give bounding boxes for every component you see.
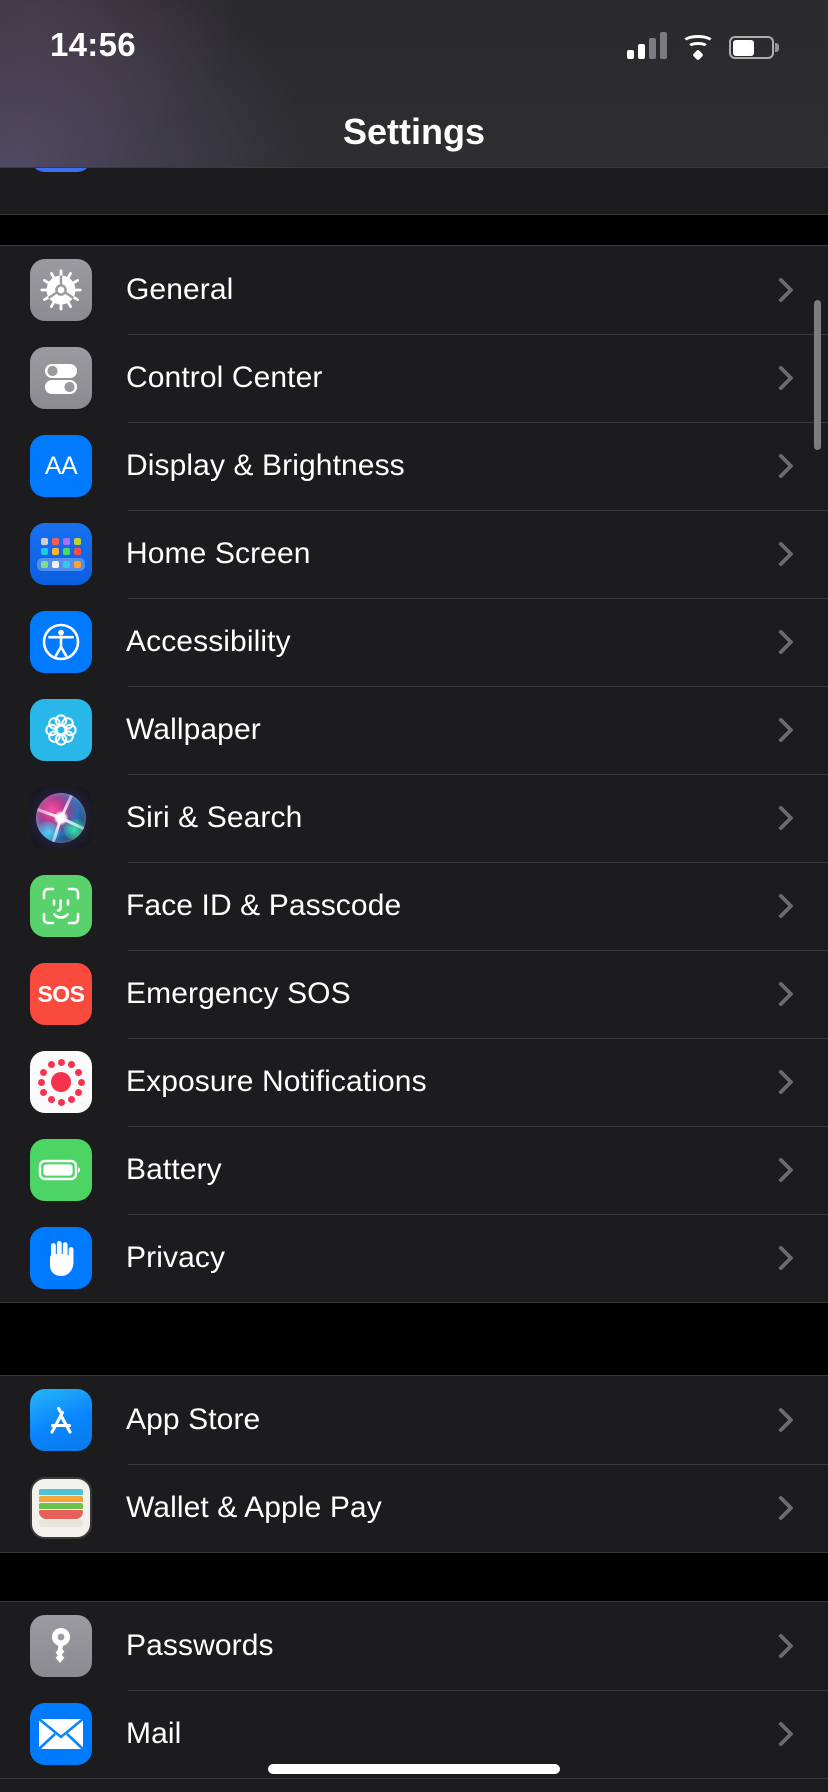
sidebar-item-label: Wallet & Apple Pay (126, 1491, 382, 1524)
sidebar-item-control-center[interactable]: Control Center (0, 334, 828, 422)
app-store-icon (30, 1389, 92, 1451)
sidebar-item-emergency-sos[interactable]: SOS Emergency SOS (0, 950, 828, 1038)
sidebar-item-label: Display & Brightness (126, 449, 405, 482)
chevron-right-icon (768, 1157, 794, 1183)
sidebar-item-home-screen[interactable]: Home Screen (0, 510, 828, 598)
exposure-dots-icon (30, 1051, 92, 1113)
hand-raised-icon (30, 1227, 92, 1289)
sidebar-item-label: Control Center (126, 361, 323, 394)
status-bar-indicators (627, 31, 779, 61)
chevron-right-icon (768, 981, 794, 1007)
status-bar: 14:56 (0, 0, 828, 90)
exposure-ring-dot (77, 1078, 85, 1086)
sidebar-item-label: Mail (126, 1717, 182, 1750)
sidebar-item-label: Emergency SOS (126, 977, 351, 1010)
chevron-right-icon (768, 1721, 794, 1747)
wifi-icon (681, 33, 715, 61)
sidebar-item-general[interactable]: General (0, 246, 828, 334)
sidebar-item-face-id-passcode[interactable]: Face ID & Passcode (0, 862, 828, 950)
sidebar-item-wallpaper[interactable]: Wallpaper (0, 686, 828, 774)
settings-group-accounts: Passwords Mail (0, 1601, 828, 1779)
chevron-right-icon (768, 1495, 794, 1521)
toggles-icon (30, 347, 92, 409)
exposure-ring-dot (37, 1078, 45, 1086)
exposure-ring-dot (57, 1098, 65, 1106)
sidebar-item-wallet-apple-pay[interactable]: Wallet & Apple Pay (0, 1464, 828, 1552)
sidebar-item-label: Accessibility (126, 625, 291, 658)
iphone-settings-screen: General Control Center AA Display & Brig… (0, 0, 828, 1792)
chevron-right-icon (768, 893, 794, 919)
flower-pattern-icon (30, 699, 92, 761)
settings-group-store: App Store Wallet & Apple Pay (0, 1375, 828, 1553)
sidebar-item-label: Exposure Notifications (126, 1065, 427, 1098)
gear-icon (30, 259, 92, 321)
sidebar-item-exposure-notifications[interactable]: Exposure Notifications (0, 1038, 828, 1126)
exposure-ring-dot (47, 1095, 55, 1103)
exposure-ring-dot (74, 1088, 82, 1096)
cellular-bars-icon (627, 31, 667, 59)
chevron-right-icon (768, 1245, 794, 1271)
app-grid-icon (30, 523, 92, 585)
chevron-right-icon (768, 1069, 794, 1095)
key-icon (30, 1615, 92, 1677)
battery-filled-icon (30, 1139, 92, 1201)
chevron-right-icon (768, 277, 794, 303)
settings-list[interactable]: General Control Center AA Display & Brig… (0, 0, 828, 1792)
siri-orb-icon (30, 787, 92, 849)
sidebar-item-label: Home Screen (126, 537, 311, 570)
sidebar-item-battery[interactable]: Battery (0, 1126, 828, 1214)
exposure-ring-dot (57, 1058, 65, 1066)
sidebar-item-label: Battery (126, 1153, 222, 1186)
group-gap (0, 215, 828, 245)
battery-icon (729, 36, 779, 59)
scrollbar-thumb[interactable] (814, 300, 821, 450)
sos-icon: SOS (30, 963, 92, 1025)
chevron-right-icon (768, 365, 794, 391)
group-gap (0, 1303, 828, 1375)
sidebar-item-label: General (126, 273, 234, 306)
status-bar-clock: 14:56 (50, 26, 136, 63)
sidebar-item-label: App Store (126, 1403, 261, 1436)
sidebar-item-passwords[interactable]: Passwords (0, 1602, 828, 1690)
sidebar-item-siri-search[interactable]: Siri & Search (0, 774, 828, 862)
sidebar-item-label: Face ID & Passcode (126, 889, 402, 922)
text-size-aa-icon: AA (30, 435, 92, 497)
sidebar-item-privacy[interactable]: Privacy (0, 1214, 828, 1302)
sidebar-item-label: Wallpaper (126, 713, 261, 746)
sidebar-item-display-brightness[interactable]: AA Display & Brightness (0, 422, 828, 510)
exposure-ring-dot (67, 1061, 75, 1069)
group-gap (0, 1553, 828, 1601)
accessibility-person-icon (30, 611, 92, 673)
sidebar-item-label: Siri & Search (126, 801, 303, 834)
chevron-right-icon (768, 1633, 794, 1659)
home-indicator[interactable] (268, 1764, 560, 1774)
exposure-ring-dot (40, 1088, 48, 1096)
sidebar-item-accessibility[interactable]: Accessibility (0, 598, 828, 686)
exposure-ring-dot (40, 1068, 48, 1076)
sidebar-item-label: Passwords (126, 1629, 274, 1662)
sidebar-item-app-store[interactable]: App Store (0, 1376, 828, 1464)
sidebar-item-label: Privacy (126, 1241, 226, 1274)
page-title: Settings (342, 111, 485, 152)
settings-group-system: General Control Center AA Display & Brig… (0, 245, 828, 1303)
navigation-bar: 14:56 Settings (0, 0, 828, 168)
aa-glyph: AA (44, 451, 78, 480)
exposure-ring-dot (67, 1095, 75, 1103)
wallet-icon (30, 1477, 92, 1539)
face-id-icon (30, 875, 92, 937)
chevron-right-icon (768, 1407, 794, 1433)
chevron-right-icon (768, 453, 794, 479)
chevron-right-icon (768, 805, 794, 831)
sos-glyph: SOS (37, 980, 85, 1007)
chevron-right-icon (768, 629, 794, 655)
exposure-ring-dot (74, 1068, 82, 1076)
envelope-icon (30, 1703, 92, 1765)
chevron-right-icon (768, 541, 794, 567)
exposure-ring-dot (47, 1061, 55, 1069)
chevron-right-icon (768, 717, 794, 743)
